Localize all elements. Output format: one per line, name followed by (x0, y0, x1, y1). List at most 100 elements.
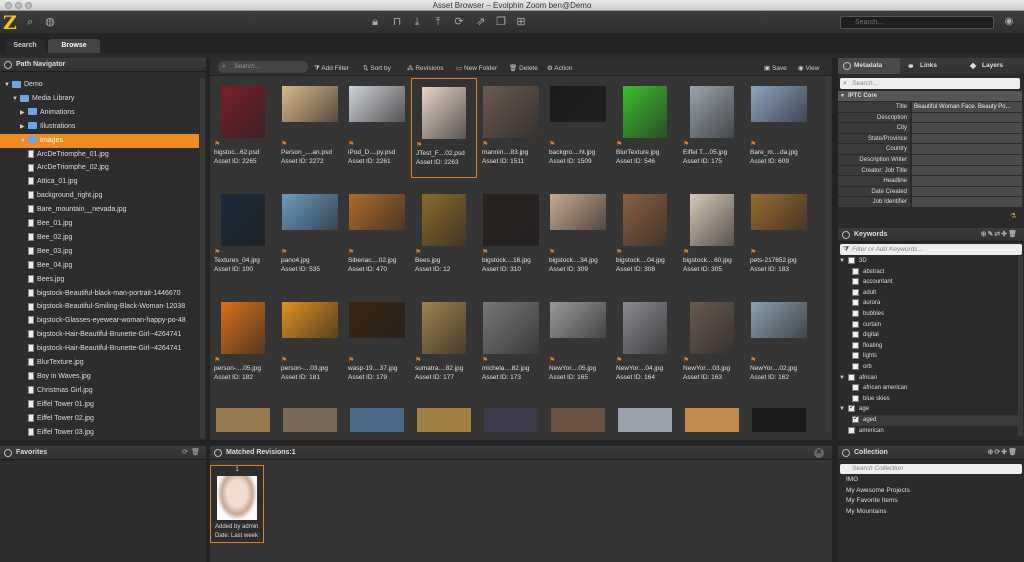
asset-tile[interactable]: ⚑ wasp-19....37.jpg Asset ID: 179 (344, 294, 410, 394)
asset-tile[interactable]: ⚑ bigstock....34.jpg Asset ID: 309 (545, 186, 611, 286)
keyword-checkbox[interactable] (852, 288, 859, 296)
keyword-item[interactable]: abstract (852, 267, 884, 278)
new-folder-button[interactable]: ▭ New Folder (456, 63, 497, 75)
chevron-down-icon[interactable]: ▼ (839, 373, 845, 384)
save-button[interactable]: ▣ Save (764, 63, 787, 75)
tree-file-item[interactable]: Christmas Girl.jpg (0, 384, 199, 398)
keyword-item[interactable]: aged (852, 414, 1018, 426)
keyword-actions[interactable]: ⊕✎⇄✚🗑︎ (981, 228, 1018, 242)
tab-metadata[interactable]: Metadata (838, 58, 900, 74)
asset-thumbnail[interactable] (350, 408, 404, 432)
asset-thumbnail[interactable] (752, 408, 806, 432)
keyword-checkbox[interactable] (852, 394, 859, 402)
asset-tile[interactable]: ⚑ bigstoc...62.psd Asset ID: 2265 (210, 78, 276, 178)
asset-tile[interactable]: ⚑ sumatra....82.jpg Asset ID: 177 (411, 294, 477, 394)
tab-layers[interactable]: ◆ Layers (964, 58, 1024, 74)
tree-file-item[interactable]: Bee_03.jpg (0, 245, 199, 259)
tree-file-item[interactable]: ArcDeTriomphe_01.jpg (0, 148, 199, 162)
asset-tile[interactable]: ⚑ Eiffel T....05.jpg Asset ID: 175 (679, 78, 745, 178)
keyword-item[interactable]: curtain (852, 320, 881, 331)
tree-file-item[interactable]: Eiffel Tower 03.jpg (0, 426, 199, 439)
sort-by-button[interactable]: ⇅ Sort by (363, 63, 391, 75)
keyword-checkbox[interactable] (852, 299, 859, 307)
asset-thumbnail[interactable] (484, 408, 538, 432)
grid-search-field[interactable]: ⌕ Search... (218, 61, 308, 73)
asset-tile[interactable]: ⚑ person-....05.jpg Asset ID: 182 (210, 294, 276, 394)
tree-file-item[interactable]: Bee_02.jpg (0, 231, 199, 245)
asset-tile[interactable]: ⚑ michela....82.jpg Asset ID: 173 (478, 294, 544, 394)
tree-file-item[interactable]: background_right.jpg (0, 189, 199, 203)
keyword-item[interactable]: african american (852, 383, 907, 394)
close-icon[interactable]: ✕ (814, 448, 824, 458)
metadata-value[interactable] (912, 176, 1022, 186)
add-filter-button[interactable]: ⧩ Add Filter (314, 63, 349, 75)
asset-tile[interactable]: ⚑ pets-217652.jpg Asset ID: 183 (746, 186, 812, 286)
keyword-checkbox[interactable] (848, 373, 855, 381)
metadata-value[interactable] (912, 186, 1022, 197)
chevron-down-icon[interactable]: ▼ (839, 256, 845, 267)
keyword-checkbox[interactable] (852, 341, 859, 349)
metadata-value[interactable] (912, 123, 1022, 133)
tree-file-item[interactable]: bigstock-Beautiful-black-man-portrait-14… (0, 287, 199, 301)
collection-actions[interactable]: ⊕⟳✚🗑︎ (988, 446, 1018, 460)
asset-thumbnail[interactable] (618, 408, 672, 432)
keyword-item[interactable]: ▼ african (839, 373, 877, 384)
collection-item[interactable]: My Awesome Projects (846, 487, 910, 494)
keyword-checkbox[interactable] (852, 384, 859, 392)
keyword-item[interactable]: orb (852, 362, 872, 373)
tree-file-item[interactable]: Eiffel Tower 01.jpg (0, 398, 199, 412)
metadata-value[interactable] (912, 112, 1022, 123)
keyword-item[interactable]: bubbles (852, 309, 884, 320)
keyword-item[interactable]: blue skies (852, 394, 890, 405)
action-button[interactable]: ⚙ Action (547, 63, 572, 75)
asset-tile[interactable]: ⚑ Person_....an.psd Asset ID: 2272 (277, 78, 343, 178)
keyword-checkbox[interactable] (852, 331, 859, 339)
zoom-window-button[interactable] (25, 2, 32, 9)
tab-search[interactable]: Search (5, 39, 45, 53)
metadata-value[interactable] (912, 197, 1022, 207)
collection-item[interactable]: My Favorite Items (846, 497, 898, 504)
tree-folder-item[interactable]: ▼ Media Library (0, 92, 199, 106)
asset-tile[interactable]: ⚑ NewYor....02.jpg Asset ID: 162 (746, 294, 812, 394)
tree-file-item[interactable]: bigstock-Hair-Beautiful-Brunette-Girl--4… (0, 342, 199, 356)
export-icon[interactable]: ⇗ (474, 15, 488, 29)
asset-tile[interactable]: ⚑ Siberiac....02.jpg Asset ID: 470 (344, 186, 410, 286)
keyword-item[interactable]: digital (852, 330, 879, 341)
keyword-checkbox[interactable] (848, 426, 855, 434)
tree-folder-item[interactable]: ▼ Demo (0, 78, 199, 92)
keyword-item[interactable]: lights (852, 351, 877, 362)
collection-item[interactable]: My Mountains (846, 508, 886, 515)
tree-folder-item[interactable]: ▶ Illustrations (0, 120, 199, 134)
close-window-button[interactable] (5, 2, 12, 9)
keyword-item[interactable]: floating (852, 341, 882, 352)
metadata-value[interactable] (912, 144, 1022, 154)
keyword-checkbox[interactable] (852, 414, 859, 424)
search-icon[interactable]: ⌕ (23, 15, 37, 29)
tree-file-item[interactable]: ArcDeTriomphe_02.jpg (0, 161, 199, 175)
asset-thumbnail[interactable] (283, 408, 337, 432)
asset-tile[interactable]: ⚑ bigstock....04.jpg Asset ID: 308 (612, 186, 678, 286)
cart-icon[interactable]: ⊞ (514, 15, 528, 29)
asset-tile[interactable]: ⚑ NewYor....04.jpg Asset ID: 164 (612, 294, 678, 394)
unlock-icon[interactable]: ⊓ (390, 15, 404, 29)
asset-tile[interactable]: ⚑ BlurTexture.jpg Asset ID: 546 (612, 78, 678, 178)
keyword-checkbox[interactable] (852, 309, 859, 317)
asset-tile[interactable]: ⚑ bigstock....16.jpg Asset ID: 310 (478, 186, 544, 286)
keyword-checkbox[interactable] (852, 320, 859, 328)
tab-links[interactable]: ⚭ Links (902, 58, 962, 74)
chevron-right-icon[interactable]: ▶ (20, 120, 28, 134)
asset-tile[interactable]: ⚑ bigstock....60.jpg Asset ID: 305 (679, 186, 745, 286)
minimize-window-button[interactable] (15, 2, 22, 9)
upload-icon[interactable]: ⤒ (431, 15, 445, 29)
chevron-right-icon[interactable]: ▶ (20, 106, 28, 120)
user-icon[interactable]: ◉ (1002, 15, 1016, 29)
asset-tile[interactable]: ⚑ mannin....83.jpg Asset ID: 1511 (478, 78, 544, 178)
chevron-down-icon[interactable]: ▼ (4, 78, 12, 92)
lock-icon[interactable]: 🔒︎ (368, 15, 382, 29)
metadata-value[interactable]: Beautiful Woman Face. Beauty Po... (912, 102, 1022, 112)
collection-search-field[interactable]: Search Collection (840, 464, 1022, 474)
revisions-button[interactable]: ⁂ Revisions (407, 63, 444, 75)
keyword-checkbox[interactable] (852, 267, 859, 275)
delete-button[interactable]: 🗑︎ Delete (509, 63, 538, 75)
tree-file-item[interactable]: bigstock-Glasses-eyewear-woman-happy-po-… (0, 314, 199, 328)
